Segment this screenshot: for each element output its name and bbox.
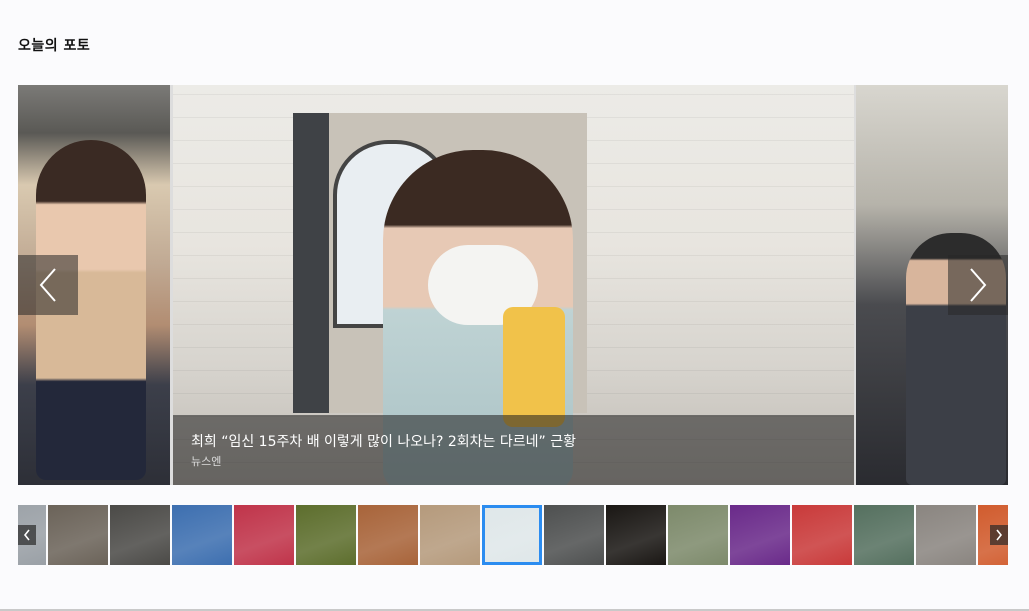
- thumbnail[interactable]: [110, 505, 170, 565]
- section-title: 오늘의 포토: [18, 38, 91, 54]
- thumbnail[interactable]: [172, 505, 232, 565]
- carousel-prev-button[interactable]: [18, 255, 78, 315]
- thumbnail[interactable]: [420, 505, 480, 565]
- thumbnail[interactable]: [234, 505, 294, 565]
- carousel-next-button[interactable]: [948, 255, 1008, 315]
- caption-title[interactable]: 최희 “임신 15주차 배 이렇게 많이 나오나? 2회차는 다르네” 근황: [191, 431, 576, 451]
- thumbnail[interactable]: [48, 505, 108, 565]
- thumbnail[interactable]: [916, 505, 976, 565]
- thumbnail[interactable]: [296, 505, 356, 565]
- thumbnail[interactable]: [606, 505, 666, 565]
- chevron-left-icon: [39, 268, 56, 302]
- caption-bar[interactable]: 최희 “임신 15주차 배 이렇게 많이 나오나? 2회차는 다르네” 근황 뉴…: [173, 415, 854, 485]
- chevron-left-icon: [23, 529, 30, 541]
- thumbnail[interactable]: [854, 505, 914, 565]
- chevron-right-icon: [996, 529, 1003, 541]
- thumbnail-active[interactable]: [482, 505, 542, 565]
- thumbnail[interactable]: [730, 505, 790, 565]
- thumbnail-prev-button[interactable]: [18, 525, 36, 545]
- thumbnail-strip: [18, 505, 1008, 565]
- chevron-right-icon: [970, 268, 987, 302]
- thumbnail[interactable]: [358, 505, 418, 565]
- thumbnail[interactable]: [668, 505, 728, 565]
- slide-main-phone: [503, 307, 565, 427]
- thumbnail-next-button[interactable]: [990, 525, 1008, 545]
- caption-source: 뉴스엔: [191, 455, 222, 468]
- thumbnail[interactable]: [544, 505, 604, 565]
- thumbnail[interactable]: [792, 505, 852, 565]
